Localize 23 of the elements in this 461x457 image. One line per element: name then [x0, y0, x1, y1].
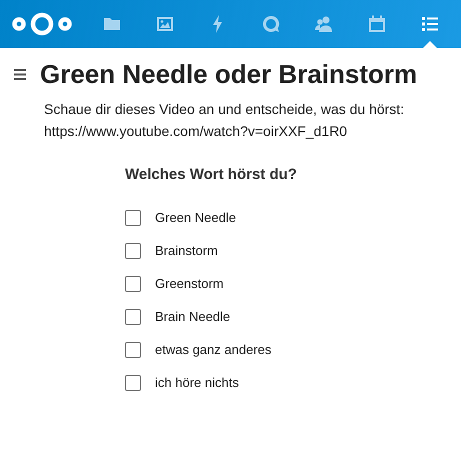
calendar-icon — [367, 14, 387, 34]
active-indicator — [423, 41, 437, 48]
option-label: Greenstorm — [155, 274, 224, 293]
option-label: ich höre nichts — [155, 374, 239, 392]
chat-bubble-icon — [261, 14, 281, 34]
checkbox[interactable] — [125, 276, 141, 292]
checkbox[interactable] — [125, 242, 141, 258]
option-label: Brainstorm — [155, 242, 218, 260]
checkbox[interactable] — [125, 308, 141, 324]
option-label: Brain Needle — [155, 308, 230, 326]
checkbox[interactable] — [125, 374, 141, 390]
option-label: Green Needle — [155, 208, 236, 227]
checkbox[interactable] — [125, 210, 141, 226]
list-icon — [420, 14, 440, 34]
menu-icon[interactable] — [14, 68, 26, 80]
description-text: https://www.youtube.com/watch?v=oirXXF_d1R0 — [44, 122, 348, 141]
question-title: Welches Wort hörst du? — [125, 165, 298, 185]
checkbox[interactable] — [125, 342, 141, 358]
contacts-icon — [314, 14, 334, 34]
option-label: etwas ganz anderes — [155, 340, 272, 359]
description-text: Schaue dir dieses Video an und entscheide, was du hörst: — [44, 100, 406, 119]
page-title: Green Needle oder Brainstorm — [40, 58, 418, 90]
image-icon — [155, 14, 175, 34]
